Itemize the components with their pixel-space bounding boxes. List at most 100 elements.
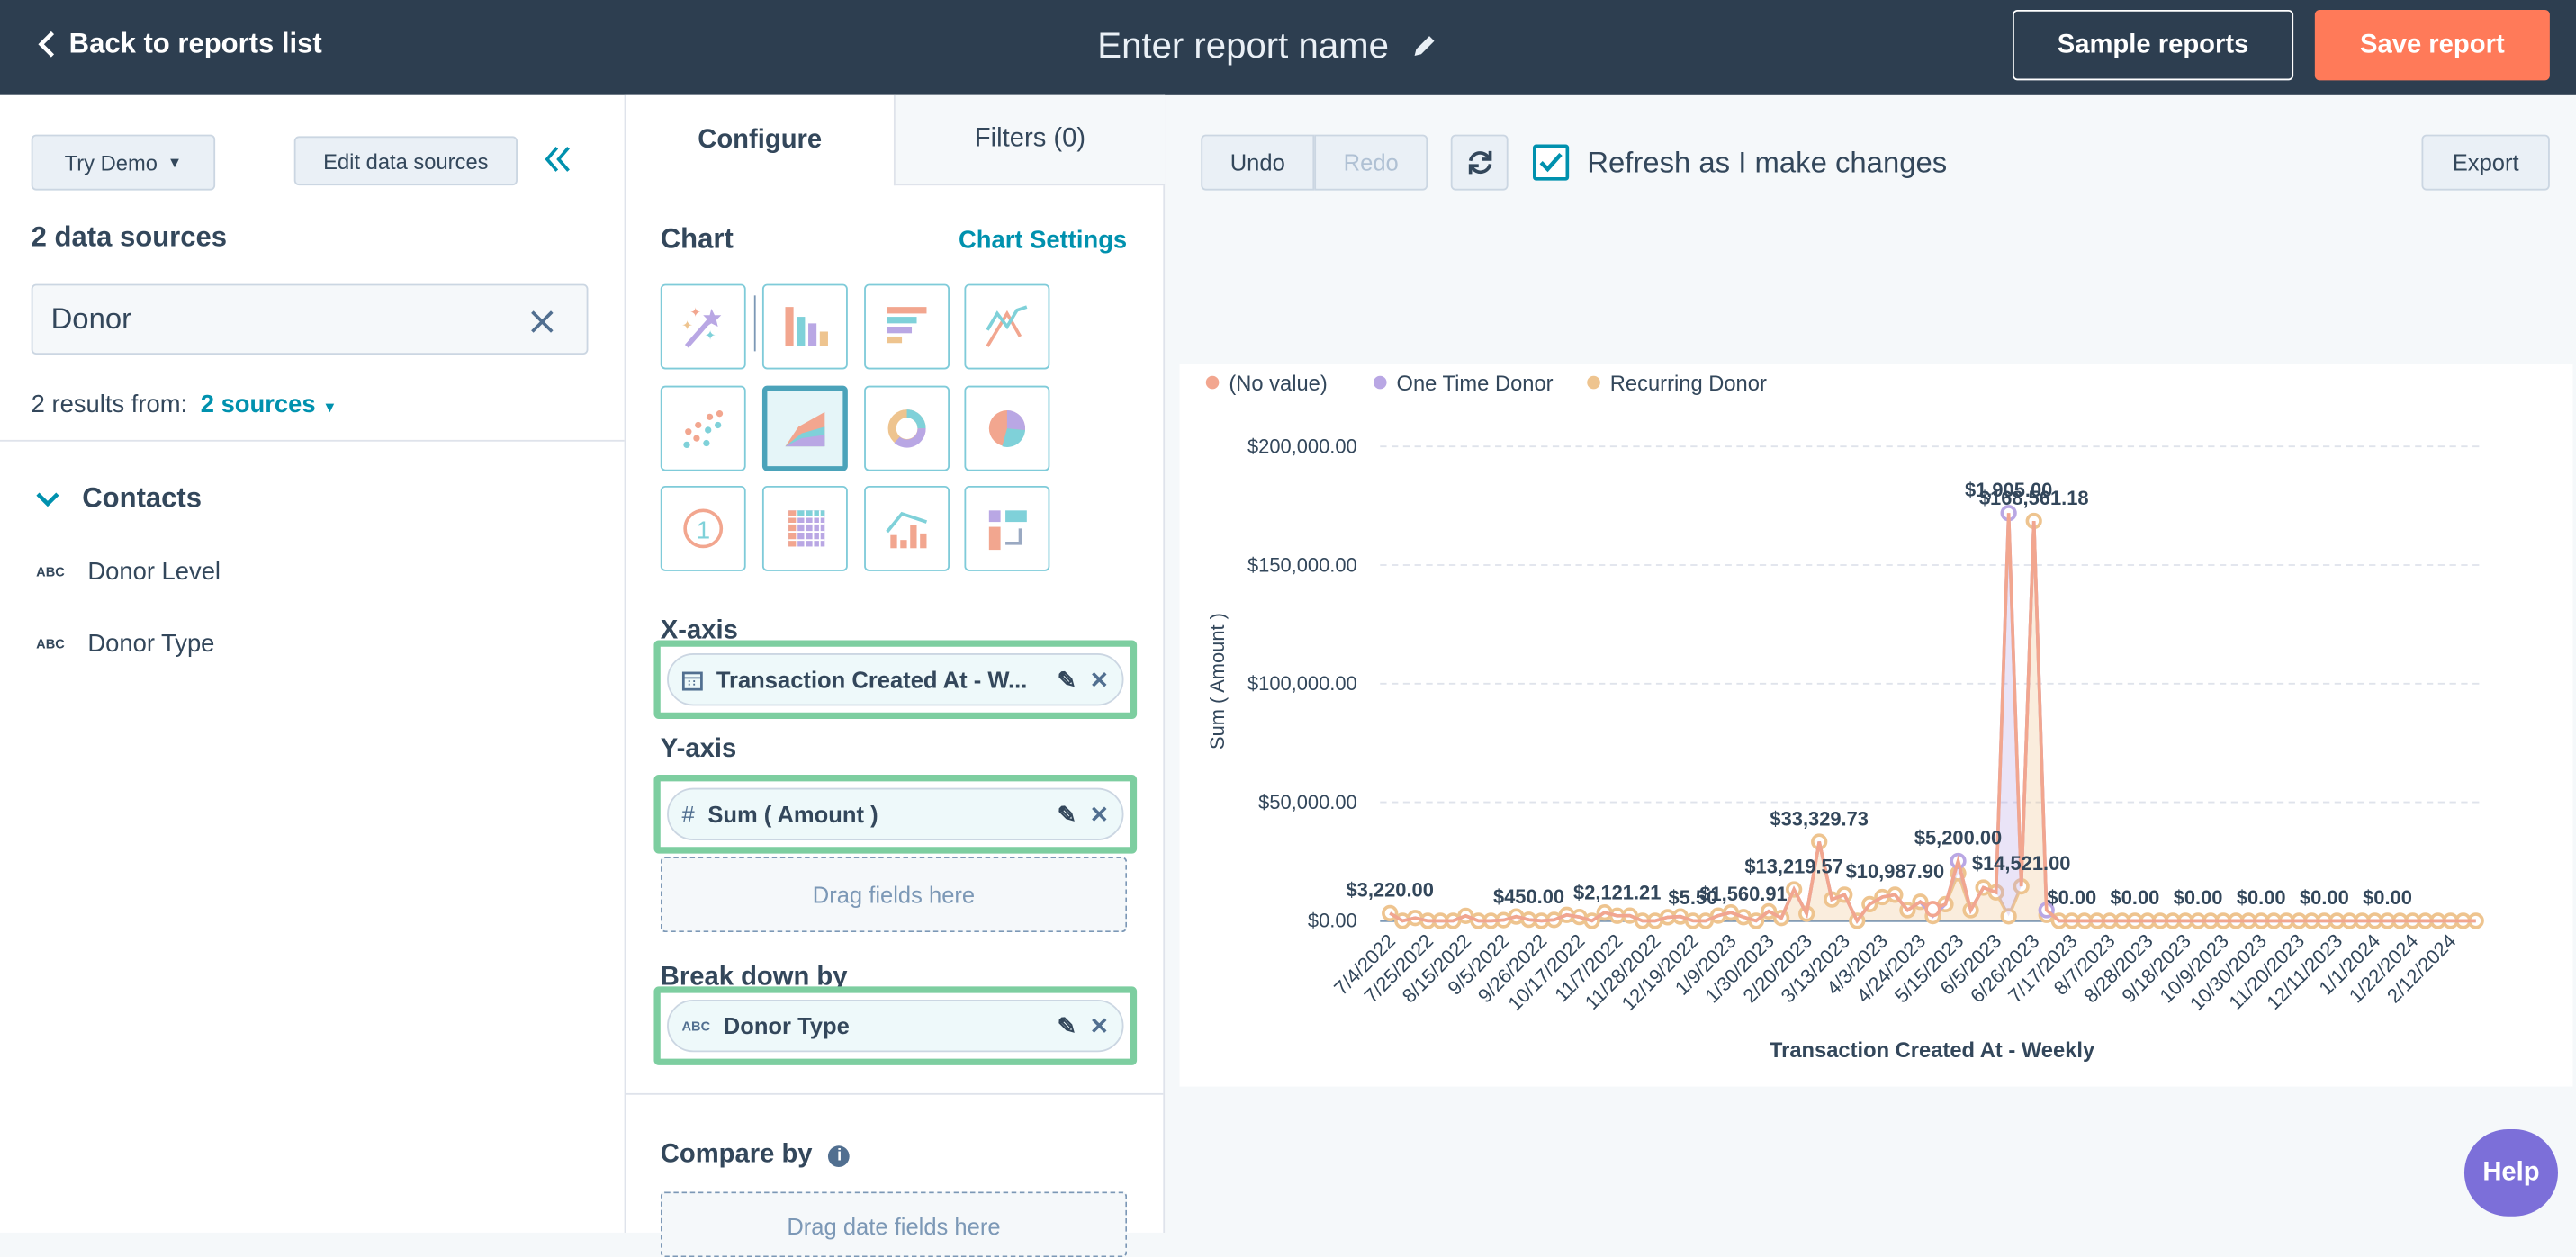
- legend-label: One Time Donor: [1397, 373, 1554, 396]
- search-input[interactable]: Donor: [31, 283, 589, 355]
- data-label: $3,220.00: [1347, 879, 1434, 902]
- top-bar: Back to reports list Enter report name S…: [0, 0, 2576, 95]
- chart-type-pie[interactable]: [964, 385, 1050, 471]
- divider: [626, 1092, 1164, 1095]
- data-label: $5,200.00: [1914, 827, 2002, 849]
- y-axis-dropzone: # Sum ( Amount ) ✎ ✕: [653, 775, 1138, 854]
- compare-label-text: Compare by: [660, 1140, 813, 1169]
- chart-type-line[interactable]: [964, 283, 1050, 370]
- property-item-donor-type[interactable]: ABC Donor Type: [36, 630, 214, 658]
- report-name-field[interactable]: Enter report name: [1097, 24, 1437, 67]
- y-axis-title: Sum ( Amount ): [1206, 613, 1229, 750]
- chart-type-donut[interactable]: [864, 385, 950, 471]
- export-button[interactable]: Export: [2421, 134, 2550, 191]
- chart-type-area[interactable]: [761, 385, 848, 471]
- chart-card: $0.00 $50,000.00 $100,000.00 $150,000.00 $20…: [1179, 364, 2573, 1087]
- chart-type-horizontal-bar[interactable]: [864, 283, 950, 370]
- y-tick-label: $100,000.00: [1247, 672, 1357, 695]
- data-label: $2,121.21: [1573, 882, 1661, 904]
- data-label: $1,560.91: [1699, 883, 1787, 905]
- breakdown-dropzone: ABC Donor Type ✎ ✕: [653, 986, 1138, 1065]
- drag-date-fields-dropzone[interactable]: Drag date fields here: [660, 1191, 1128, 1257]
- collapse-panel-icon[interactable]: [542, 143, 575, 175]
- search-value: Donor: [50, 301, 132, 336]
- configure-panel: Configure Filters (0) Chart Chart Settin…: [626, 94, 1166, 1257]
- remove-icon[interactable]: ✕: [1090, 800, 1109, 828]
- clear-search-icon[interactable]: [529, 309, 555, 335]
- chart-type-summary[interactable]: 1: [660, 485, 746, 571]
- tab-filters[interactable]: Filters (0): [893, 94, 1166, 186]
- refresh-icon: [1467, 150, 1491, 175]
- legend-label: (No value): [1229, 373, 1327, 396]
- chart-type-magic-wand[interactable]: ✦ ✦ ✦: [660, 283, 746, 370]
- drag-fields-dropzone[interactable]: Drag fields here: [660, 857, 1128, 933]
- x-axis-dropzone: Transaction Created At - W... ✎ ✕: [653, 640, 1138, 719]
- legend-marker: [1205, 375, 1220, 390]
- x-axis-field-pill[interactable]: Transaction Created At - W... ✎ ✕: [667, 653, 1124, 706]
- data-label: $10,987.90: [1846, 860, 1945, 883]
- y-tick-label: $200,000.00: [1247, 435, 1357, 457]
- data-sources-panel: Try Demo ▼ Edit data sources 2 data sourc…: [0, 94, 626, 1233]
- results-summary: 2 results from: 2 sources ▼: [32, 391, 338, 418]
- chart-type-vertical-bar[interactable]: [761, 283, 848, 370]
- sources-link-label: 2 sources: [200, 391, 316, 419]
- remove-icon[interactable]: ✕: [1090, 1012, 1109, 1040]
- y-tick-label: $0.00: [1308, 910, 1357, 932]
- text-type-icon: ABC: [36, 636, 65, 652]
- data-label: $0.00: [2174, 886, 2223, 909]
- separator: [753, 295, 756, 352]
- pencil-icon[interactable]: [1412, 32, 1438, 58]
- chart-type-scatter[interactable]: [660, 385, 746, 471]
- help-button[interactable]: Help: [2463, 1129, 2558, 1217]
- y-tick-label: $150,000.00: [1247, 553, 1357, 576]
- results-prefix: 2 results from:: [31, 391, 188, 419]
- svg-text:✦: ✦: [690, 306, 701, 320]
- field-name: Transaction Created At - W...: [716, 666, 1028, 693]
- chart-type-sankey[interactable]: [964, 485, 1050, 571]
- field-name: Sum ( Amount ): [707, 801, 878, 828]
- refresh-button[interactable]: [1450, 134, 1509, 191]
- edit-data-sources-button[interactable]: Edit data sources: [293, 136, 518, 186]
- number-icon: #: [681, 801, 695, 828]
- chart-type-pivot-table[interactable]: [761, 485, 848, 571]
- remove-icon[interactable]: ✕: [1090, 666, 1109, 694]
- info-icon[interactable]: i: [828, 1145, 851, 1167]
- data-label: $0.00: [2237, 886, 2286, 909]
- chart-type-combination[interactable]: [864, 485, 950, 571]
- contacts-group-toggle[interactable]: Contacts: [36, 482, 202, 515]
- chart-heading: Chart: [660, 223, 734, 255]
- sample-reports-button[interactable]: Sample reports: [2012, 9, 2294, 81]
- chart-settings-link[interactable]: Chart Settings: [959, 227, 1127, 255]
- data-label: $0.00: [2300, 886, 2349, 909]
- property-item-donor-level[interactable]: ABC Donor Level: [36, 558, 221, 586]
- report-name-placeholder: Enter report name: [1097, 24, 1389, 66]
- undo-button[interactable]: Undo: [1201, 134, 1315, 191]
- y-axis-field-pill[interactable]: # Sum ( Amount ) ✎ ✕: [667, 787, 1124, 840]
- save-report-button[interactable]: Save report: [2314, 9, 2550, 81]
- legend-marker: [1373, 375, 1387, 390]
- try-demo-dropdown[interactable]: Try Demo ▼: [31, 134, 216, 191]
- vertical-bar-chart-icon: [785, 307, 828, 346]
- tab-configure[interactable]: Configure: [626, 94, 894, 186]
- svg-text:✦: ✦: [705, 329, 716, 344]
- sources-link[interactable]: 2 sources ▼: [201, 391, 338, 418]
- data-point: [1924, 901, 1941, 918]
- sources-heading: 2 data sources: [31, 221, 228, 253]
- pencil-icon[interactable]: ✎: [1058, 1012, 1076, 1040]
- refresh-checkbox[interactable]: [1533, 144, 1570, 181]
- back-to-reports-link[interactable]: Back to reports list: [36, 28, 322, 60]
- x-axis-title: Transaction Created At - Weekly: [1770, 1039, 2095, 1063]
- data-label: $33,329.73: [1770, 807, 1869, 830]
- property-label: Donor Type: [87, 630, 215, 659]
- breakdown-field-pill[interactable]: ABC Donor Type ✎ ✕: [667, 999, 1124, 1053]
- svg-text:1: 1: [697, 516, 710, 543]
- svg-text:✦: ✦: [681, 319, 692, 334]
- pencil-icon[interactable]: ✎: [1058, 666, 1076, 694]
- redo-button[interactable]: Redo: [1314, 134, 1428, 191]
- text-type-icon: ABC: [36, 564, 65, 579]
- combination-chart-icon: [886, 511, 928, 549]
- data-label: $14,521.00: [1972, 852, 2071, 875]
- compare-by-label: Compare by i: [661, 1141, 851, 1171]
- scatter-chart-icon: [683, 410, 724, 449]
- pencil-icon[interactable]: ✎: [1058, 800, 1076, 828]
